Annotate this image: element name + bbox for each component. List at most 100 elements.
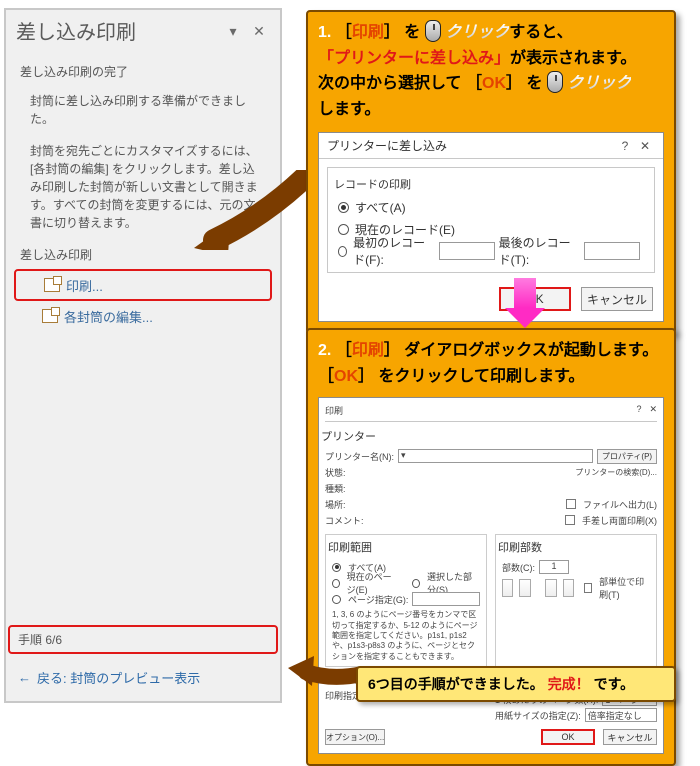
print-to-file-check[interactable] (566, 499, 576, 509)
panel-menu-dropdown[interactable]: ▾ (222, 20, 244, 42)
t2a: ［ (336, 342, 352, 359)
back-link-label: 戻る: 封筒のプレビュー表示 (37, 668, 200, 687)
page-icon (519, 579, 530, 597)
t2d: ダイアログボックスが起動します。 (404, 342, 658, 359)
printer-icon (44, 278, 60, 292)
pd-ptf-label: ファイルへ出力(L) (583, 498, 657, 511)
print-dialog-title: 印刷 (325, 404, 636, 417)
options-button[interactable]: オプション(O)... (325, 729, 385, 745)
copies-title: 印刷部数 (498, 539, 650, 555)
pd-duplex-label: 手差し両面印刷(X) (582, 514, 657, 527)
opt-last-label: 最後のレコード(T): (499, 234, 580, 268)
panel-close-icon[interactable]: ✕ (248, 20, 270, 42)
pd-comment-label: コメント: (325, 514, 364, 527)
radio-pages-sm-icon (332, 595, 341, 604)
section-merge-label: 差し込み印刷 (20, 242, 266, 269)
instruction-callout-1: 1. ［印刷］ を クリックすると、 「プリンターに差し込み」が表示されます。 … (306, 10, 676, 334)
merge-cancel-button[interactable]: キャンセル (581, 287, 653, 311)
mouse-icon-2 (547, 71, 563, 93)
collate-check[interactable] (584, 583, 592, 593)
t1i: 次の中から選択して (318, 75, 462, 92)
t1a: ［ (336, 24, 352, 41)
range-pages-label: ページ指定(G): (348, 593, 408, 606)
edit-envelopes-label: 各封筒の編集... (64, 307, 153, 326)
radio-all-icon (338, 202, 349, 213)
manual-duplex-check[interactable] (565, 515, 575, 525)
radio-range-icon (338, 246, 347, 257)
first-record-input[interactable] (439, 242, 495, 260)
copies-input[interactable]: 1 (539, 560, 569, 574)
opt-first-label: 最初のレコード(F): (353, 234, 434, 268)
radio-all-sm-icon (332, 563, 341, 572)
customize-description: 封筒を宛先ごとにカスタマイズするには、[各封筒の編集] をクリックします。差し込… (20, 138, 266, 242)
t2g: ］ (358, 368, 374, 385)
t1k: OK (482, 75, 506, 92)
copies-label: 部数(C): (502, 561, 535, 574)
print-range-group: 印刷範囲 すべて(A) 現在のページ(E)選択した部分(S) ページ指定(G):… (325, 534, 487, 667)
t1h: が表示されます。 (510, 50, 636, 67)
record-group-title: レコードの印刷 (334, 176, 644, 192)
t2f: OK (334, 368, 358, 385)
t1m: を (526, 75, 542, 92)
t2b: 印刷 (352, 342, 384, 359)
t1f: すると、 (509, 24, 572, 41)
t1c: ］ (384, 24, 400, 41)
scale-select[interactable]: 倍率指定なし (585, 708, 657, 722)
step-number-2: 2. (318, 342, 331, 359)
mouse-icon (425, 20, 441, 42)
t1l: ］ (506, 75, 522, 92)
printer-group-title: プリンター (321, 428, 657, 444)
merge-dialog-title: プリンターに差し込み (327, 137, 615, 154)
opt-all-row[interactable]: すべて(A) (338, 196, 644, 218)
print-cancel-button[interactable]: キャンセル (603, 729, 657, 745)
range-pages-row[interactable]: ページ指定(G): (332, 591, 480, 607)
back-link[interactable]: ← 戻る: 封筒のプレビュー表示 (14, 662, 272, 693)
pink-arrow-down-icon (505, 278, 545, 328)
printer-name-select[interactable]: ▾ (398, 449, 593, 463)
t1d: を (404, 24, 420, 41)
t1j: ［ (466, 75, 482, 92)
range-note: 1, 3, 6 のようにページ番号をカンマで区切って指定するか、5-12 のよう… (332, 610, 480, 662)
complete-description: 封筒に差し込み印刷する準備ができました。 (20, 86, 266, 138)
radio-current-sm-icon (332, 579, 340, 588)
opt-range-row[interactable]: 最初のレコード(F): 最後のレコード(T): (338, 240, 644, 262)
t1o: します。 (318, 101, 380, 118)
radio-selected-sm-icon (412, 579, 420, 588)
t1e: クリック (445, 24, 509, 41)
pd-name-label: プリンター名(N): (325, 450, 394, 463)
close-icon-2[interactable]: ✕ (649, 404, 657, 417)
record-print-group: レコードの印刷 すべて(A) 現在のレコード(E) 最初のレコード(F): 最後… (327, 167, 655, 273)
mail-merge-task-pane: 差し込み印刷 ▾ ✕ 差し込み印刷の完了 封筒に差し込み印刷する準備ができました… (4, 8, 282, 703)
range-pages-input[interactable] (412, 592, 480, 606)
merge-to-printer-dialog: プリンターに差し込み ? ✕ レコードの印刷 すべて(A) 現在のレコード(E)… (318, 132, 664, 322)
banner-done: 完成！ (548, 676, 590, 692)
opt-all-label: すべて(A) (355, 199, 406, 216)
completion-banner: 6つ目の手順ができました。 完成！ です。 (356, 666, 676, 702)
t1g: 「プリンターに差し込み」 (318, 50, 510, 67)
pd-status-label: 状態: (325, 466, 346, 479)
scale-label: 用紙サイズの指定(Z): (495, 709, 581, 722)
t1n: クリック (567, 75, 631, 92)
properties-button[interactable]: プロパティ(P) (597, 449, 657, 464)
print-ok-button[interactable]: OK (541, 729, 595, 745)
range-title: 印刷範囲 (328, 539, 480, 555)
find-printer-link[interactable]: プリンターの検索(D)... (575, 467, 657, 478)
collate-label: 部単位で印刷(T) (599, 575, 650, 601)
help-icon[interactable]: ? (615, 139, 635, 153)
document-icon (42, 309, 58, 323)
print-link-label: 印刷... (66, 276, 103, 295)
print-link[interactable]: 印刷... (22, 274, 264, 296)
step-indicator: 手順 6/6 (8, 625, 278, 654)
page-icon (563, 579, 574, 597)
edit-envelopes-link[interactable]: 各封筒の編集... (20, 305, 266, 327)
panel-title: 差し込み印刷 (16, 16, 218, 45)
last-record-input[interactable] (584, 242, 640, 260)
t2e: ［ (318, 368, 334, 385)
range-current-row[interactable]: 現在のページ(E)選択した部分(S) (332, 575, 480, 591)
t2h: をクリックして印刷します。 (378, 368, 584, 385)
back-arrow-icon: ← (18, 670, 31, 685)
close-icon[interactable]: ✕ (635, 139, 655, 153)
print-link-highlight: 印刷... (14, 269, 272, 301)
banner-desu: です。 (594, 676, 635, 692)
radio-current-icon (338, 224, 349, 235)
